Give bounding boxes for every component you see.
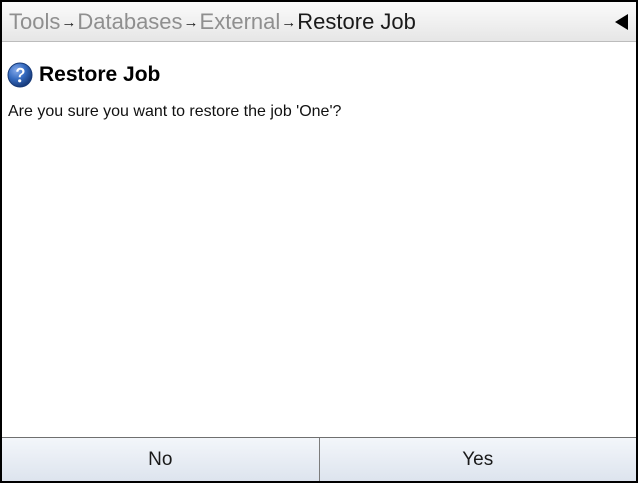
title-bar: Tools→Databases→External→Restore Job <box>2 2 636 42</box>
breadcrumb-current-page: Restore Job <box>297 9 416 34</box>
breadcrumb-separator-arrow: → <box>183 14 199 31</box>
breadcrumb-separator-arrow: → <box>61 14 77 31</box>
yes-button[interactable]: Yes <box>318 438 636 481</box>
dialog-button-bar: No Yes <box>2 437 636 481</box>
dialog-message: Are you sure you want to restore the job… <box>8 103 342 120</box>
breadcrumb-separator-arrow: → <box>281 14 297 31</box>
breadcrumb-databases[interactable]: Databases <box>77 9 182 34</box>
restore-job-screen: Tools→Databases→External→Restore Job Res… <box>0 0 638 483</box>
breadcrumb-tools[interactable]: Tools <box>9 9 60 34</box>
dialog-header: Restore Job <box>7 62 160 88</box>
help-icon <box>7 62 33 88</box>
dialog-content: Restore Job Are you sure you want to res… <box>2 42 636 435</box>
back-button[interactable] <box>610 11 632 33</box>
back-arrow-icon <box>615 14 628 30</box>
no-button[interactable]: No <box>2 438 319 481</box>
dialog-title: Restore Job <box>39 63 161 86</box>
breadcrumb: Tools→Databases→External→Restore Job <box>9 2 416 42</box>
breadcrumb-external[interactable]: External <box>200 9 281 34</box>
